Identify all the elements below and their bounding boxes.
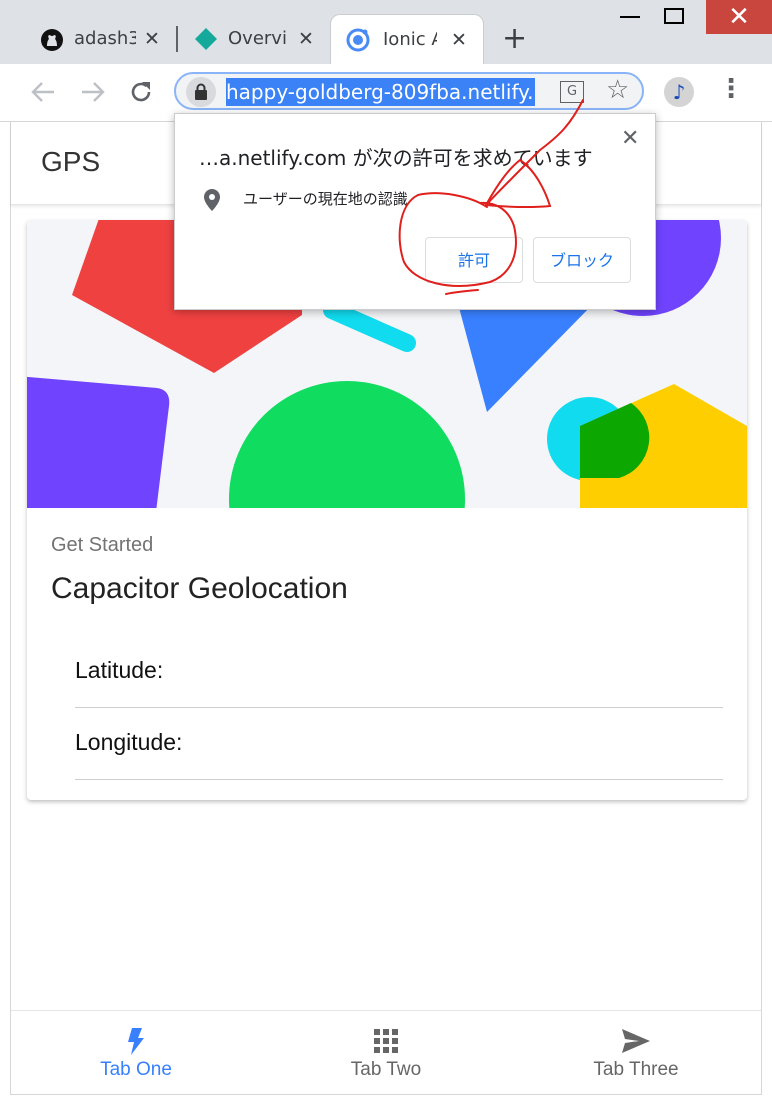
block-button[interactable]: ブロック [533, 237, 631, 283]
allow-button[interactable]: 許可 [425, 237, 523, 283]
tab-label: Tab Two [350, 1059, 422, 1080]
forward-icon[interactable] [80, 80, 106, 104]
tab-close-icon[interactable]: ✕ [298, 28, 314, 50]
latitude-label: Latitude: [75, 657, 164, 683]
browser-menu-icon[interactable]: ⋮ [718, 74, 744, 104]
flash-icon [128, 1028, 144, 1055]
tab-title: Ionic A [383, 29, 437, 50]
tab-button-two[interactable]: Tab Two [261, 1011, 511, 1095]
profile-avatar[interactable]: ♪ [664, 77, 694, 107]
back-icon[interactable] [30, 80, 56, 104]
window-close-button[interactable]: ✕ [706, 0, 772, 34]
url-text[interactable]: happy-goldberg-809fba.netlify. [226, 78, 536, 106]
ionic-icon [346, 28, 370, 52]
tab-button-three[interactable]: Tab Three [511, 1011, 761, 1095]
card-title: Capacitor Geolocation [51, 572, 348, 605]
site-info-button[interactable] [186, 77, 216, 107]
translate-icon[interactable]: G [560, 81, 584, 103]
location-pin-icon [204, 189, 220, 211]
page-title: GPS [41, 146, 101, 177]
permission-description: ユーザーの現在地の認識 [243, 190, 408, 208]
maximize-button[interactable] [664, 8, 684, 24]
longitude-label: Longitude: [75, 729, 183, 755]
new-tab-button[interactable]: + [502, 24, 527, 54]
tab-label: Tab One [100, 1059, 172, 1080]
tab-title: adash3 [74, 28, 136, 49]
tab-close-icon[interactable]: ✕ [144, 28, 160, 50]
tab-separator [176, 26, 178, 52]
bottom-tab-bar: Tab One Tab Two Tab Three [11, 1010, 761, 1095]
lock-icon [195, 83, 207, 100]
location-permission-dialog: …a.netlify.com が次の許可を求めています ✕ ユーザーの現在地の認… [174, 113, 656, 310]
browser-window: adash3 ✕ Overvie ✕ Ionic A ✕ + ✕ [0, 0, 772, 1105]
tab-label: Tab Three [593, 1059, 679, 1080]
diamond-icon [195, 28, 217, 50]
tab-ionic[interactable]: Ionic A ✕ [330, 14, 484, 65]
close-icon[interactable]: ✕ [621, 126, 639, 151]
reload-icon[interactable] [128, 79, 154, 105]
github-icon [41, 29, 63, 51]
permission-message: …a.netlify.com が次の許可を求めています [199, 146, 593, 170]
purple-square-shape [27, 376, 170, 508]
longitude-item: Longitude: [75, 709, 723, 780]
latitude-item: Latitude: [75, 637, 723, 708]
tab-button-one[interactable]: Tab One [11, 1011, 261, 1095]
address-bar[interactable]: happy-goldberg-809fba.netlify. G ☆ [174, 72, 644, 110]
bookmark-star-icon[interactable]: ☆ [606, 75, 629, 105]
send-icon [622, 1029, 650, 1053]
tab-github[interactable]: adash3 ✕ [26, 14, 166, 64]
minimize-button[interactable] [620, 16, 640, 18]
tab-title: Overvie [228, 28, 288, 49]
tab-strip: adash3 ✕ Overvie ✕ Ionic A ✕ + ✕ [0, 0, 772, 65]
card-subtitle: Get Started [51, 534, 154, 556]
tab-close-icon[interactable]: ✕ [451, 29, 467, 51]
tab-overview[interactable]: Overvie ✕ [180, 14, 325, 64]
grid-icon [374, 1029, 398, 1053]
